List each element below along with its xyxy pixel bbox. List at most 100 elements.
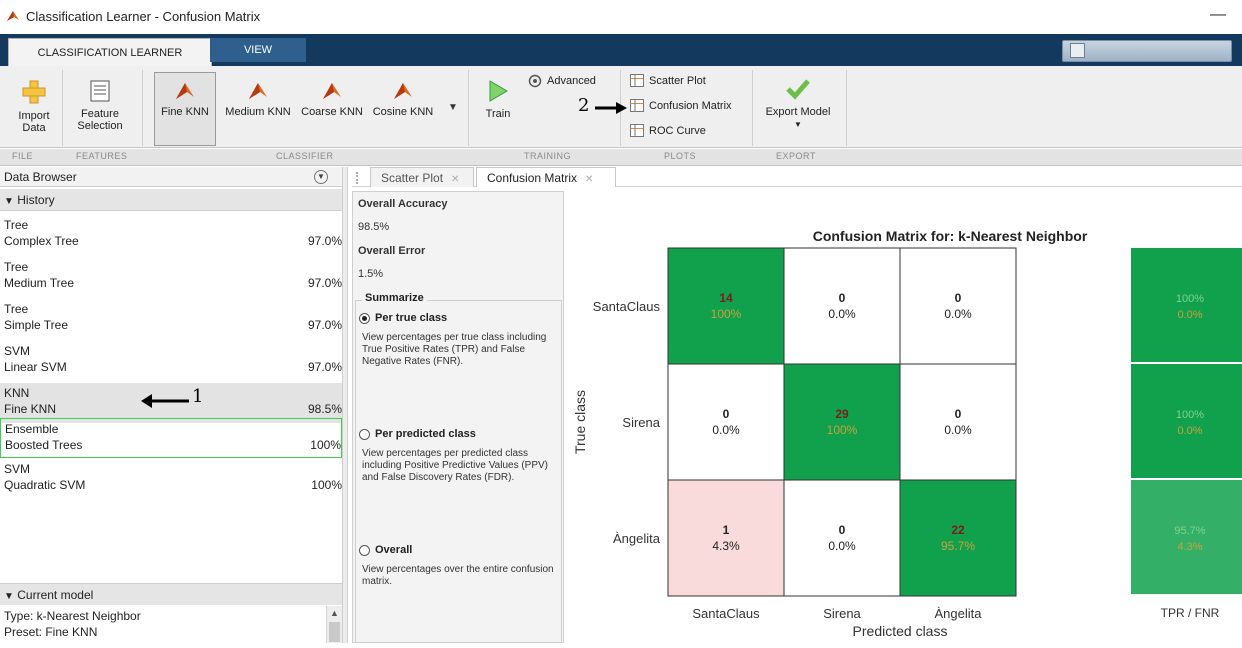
close-icon[interactable]: ✕ [451,174,459,185]
chevron-down-icon[interactable]: ▼ [314,170,328,184]
import-data-button[interactable]: Import Data [14,78,54,134]
cell-count-label: 0 [723,407,730,421]
history-item[interactable]: SVM Quadratic SVM 100% [0,459,342,499]
cosine-knn-label: Cosine KNN [372,106,434,118]
group-plots: PLOTS [664,151,697,161]
scatter-plot-button[interactable]: Scatter Plot [630,74,706,87]
matrix-cell [667,247,785,365]
ribbon-separator [846,70,847,146]
fnr-value: 4.3% [1177,541,1202,553]
summarize-label: Summarize [362,292,427,304]
confusion-matrix-chart: Confusion Matrix for: k-Nearest Neighbor… [572,228,1242,639]
cell-count-label: 0 [839,291,846,305]
minimize-button[interactable]: — [1208,6,1228,26]
close-icon[interactable]: ✕ [585,174,593,185]
cell-percent-label: 0.0% [944,423,972,437]
model-accuracy: 98.5% [307,402,342,416]
history-item-best[interactable]: Ensemble Boosted Trees 100% [0,418,342,458]
fine-knn-label: Fine KNN [161,106,209,118]
pane-divider[interactable] [342,167,348,643]
advanced-button[interactable]: Advanced [528,74,596,88]
matrix-cell [783,479,901,597]
current-model-header[interactable]: ▼ Current model [0,583,342,605]
export-model-button[interactable]: Export Model ▼ [760,76,836,131]
model-type: SVM [4,344,31,358]
play-icon [489,80,508,102]
fnr-value: 0.0% [1177,309,1202,321]
tab-view[interactable]: VIEW [210,38,306,62]
cell-percent-label: 0.0% [828,307,856,321]
annotation-number-2: 2 [578,95,590,116]
per-true-class-radio[interactable]: Per true class [359,312,447,324]
train-button[interactable]: Train [478,78,518,120]
feature-label-2: Selection [77,120,123,132]
model-type-line: Type: k-Nearest Neighbor [4,609,141,623]
overall-accuracy-value: 98.5% [358,221,390,233]
history-item[interactable]: Tree Simple Tree 97.0% [0,299,342,339]
model-accuracy: 97.0% [307,234,342,248]
gallery-expand-button[interactable]: ▼ [444,96,462,120]
model-name: Boosted Trees [5,438,83,452]
overall-error-label: Overall Error [358,245,426,257]
model-accuracy: 97.0% [307,276,342,290]
cosine-knn-button[interactable]: Cosine KNN [368,80,438,118]
model-type: Ensemble [5,422,59,436]
history-section-header[interactable]: ▼ History [0,189,342,211]
matrix-cell [667,363,785,481]
row-tick-label: Sirena [622,415,660,430]
scrollbar[interactable]: ▲ [326,606,342,643]
table-plot-icon [630,74,644,87]
drag-grip-icon[interactable] [356,172,364,184]
scroll-up-icon[interactable]: ▲ [327,608,342,618]
annotation-number-1: 1 [192,386,204,407]
quick-access-toolbar [1062,40,1232,62]
fine-knn-button[interactable]: Fine KNN [156,80,214,118]
confusion-matrix-button[interactable]: Confusion Matrix [630,99,732,112]
per-predicted-class-radio[interactable]: Per predicted class [359,428,476,440]
ribbon-group-labels [0,149,1242,166]
annotation-arrow-right-icon [595,102,627,114]
medium-knn-button[interactable]: Medium KNN [222,80,294,118]
overall-accuracy-label: Overall Accuracy [358,198,448,210]
collapse-triangle-icon: ▼ [4,591,14,602]
history-item[interactable]: Tree Medium Tree 97.0% [0,257,342,297]
matrix-cell [667,479,785,597]
chevron-down-icon: ▼ [794,120,802,129]
cell-percent-label: 0.0% [712,423,740,437]
tab-scatter-plot[interactable]: Scatter Plot ✕ [370,167,474,187]
model-name: Quadratic SVM [4,478,86,492]
feature-selection-button[interactable]: Feature Selection [72,78,128,132]
tab-classification-learner[interactable]: CLASSIFICATION LEARNER [8,38,212,66]
radio-unselected-icon [359,428,370,440]
cell-count-label: 1 [723,523,730,537]
roc-curve-button[interactable]: ROC Curve [630,124,706,137]
classifier-icon [394,83,412,99]
overall-label: Overall [375,544,413,556]
model-type: SVM [4,462,31,476]
group-training: TRAINING [524,151,572,161]
model-preset-line: Preset: Fine KNN [4,625,98,639]
history-item[interactable]: SVM Linear SVM 97.0% [0,341,342,381]
cell-count-label: 29 [835,407,849,421]
roc-curve-label: ROC Curve [649,124,706,137]
overall-description: View percentages over the entire confusi… [362,564,554,587]
confusion-matrix-plot: Confusion Matrix for: k-Nearest Neighbor… [565,191,1242,643]
data-browser-header: Data Browser ▼ [0,167,342,187]
coarse-knn-label: Coarse KNN [301,106,363,118]
scatter-plot-label: Scatter Plot [649,74,706,87]
model-name: Linear SVM [4,360,67,374]
coarse-knn-button[interactable]: Coarse KNN [296,80,368,118]
matrix-cell [899,479,1017,597]
fnr-value: 0.0% [1177,425,1202,437]
advanced-label: Advanced [547,75,596,87]
model-type: Tree [4,302,29,316]
history-item[interactable]: Tree Complex Tree 97.0% [0,215,342,255]
quick-access-icon[interactable] [1070,43,1085,58]
cell-count-label: 22 [951,523,965,537]
model-accuracy: 97.0% [307,360,342,374]
tab-confusion-matrix[interactable]: Confusion Matrix ✕ [476,167,616,187]
cell-percent-label: 95.7% [941,539,975,553]
overall-radio[interactable]: Overall [359,544,412,556]
feature-selection-icon [90,80,110,102]
scroll-thumb[interactable] [329,622,340,642]
